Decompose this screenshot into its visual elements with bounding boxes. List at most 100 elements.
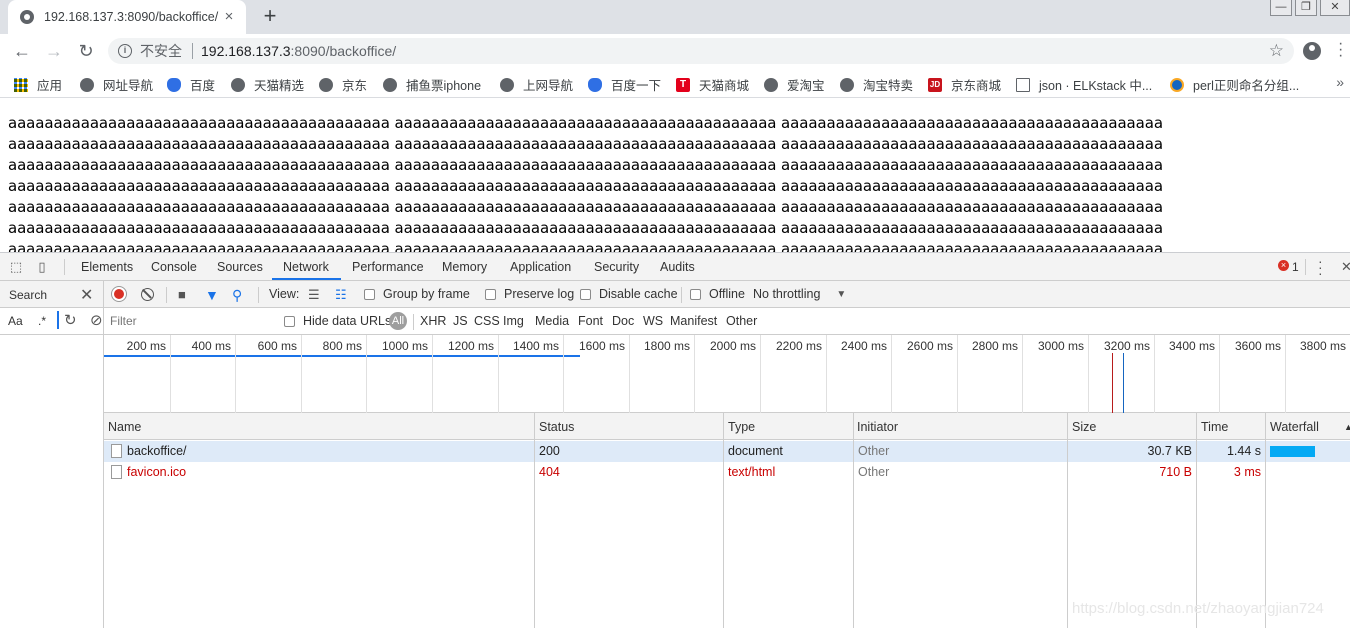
tab-network[interactable]: Network: [283, 260, 329, 274]
globe-icon: [80, 77, 94, 92]
device-toolbar-icon[interactable]: ▯: [34, 259, 50, 275]
browser-toolbar: ← → ↻ i 不安全 192.168.137.3 :8090/backoffi…: [0, 34, 1350, 68]
group-by-frame-checkbox[interactable]: Group by frame: [364, 287, 470, 301]
minimize-button[interactable]: —: [1270, 0, 1292, 16]
tab-close-button[interactable]: ×: [220, 8, 238, 26]
match-case-toggle[interactable]: Aa: [8, 314, 23, 328]
preserve-log-checkbox[interactable]: Preserve log: [485, 287, 574, 301]
error-count[interactable]: 1: [1292, 260, 1299, 274]
clear-search-icon[interactable]: ⊘: [90, 311, 103, 329]
bookmark-item[interactable]: JD 京东商城: [928, 75, 1001, 94]
devtools-close-button[interactable]: ✕: [1341, 259, 1350, 275]
filter-ws[interactable]: WS: [643, 314, 663, 328]
camera-icon[interactable]: ■: [178, 287, 186, 302]
bookmark-star-icon[interactable]: ☆: [1269, 41, 1284, 61]
bookmark-item[interactable]: 百度一下: [588, 75, 661, 94]
filter-icon[interactable]: ▼: [205, 287, 219, 303]
dom-content-loaded-marker: [1123, 353, 1124, 413]
filter-img[interactable]: Img: [503, 314, 524, 328]
bookmark-item[interactable]: T 天猫商城: [676, 75, 749, 94]
filter-manifest[interactable]: Manifest: [670, 314, 717, 328]
record-button[interactable]: [112, 287, 126, 301]
apps-grid-icon: [14, 77, 28, 92]
bookmark-item[interactable]: 捕鱼票iphone: [383, 75, 481, 94]
bookmark-label: 捕鱼票iphone: [406, 79, 482, 93]
table-row[interactable]: favicon.ico 404 text/html Other 710 B 3 …: [104, 462, 1350, 483]
tab-console[interactable]: Console: [151, 260, 197, 274]
request-initiator: Other: [858, 444, 890, 458]
bookmark-item[interactable]: 天猫精选: [231, 75, 304, 94]
devtools-menu-icon[interactable]: · · ·: [1318, 254, 1323, 280]
browser-tab[interactable]: 192.168.137.3:8090/backoffice/ ×: [8, 0, 246, 34]
request-name: favicon.ico: [127, 465, 187, 479]
large-rows-icon[interactable]: ☰: [308, 287, 320, 303]
search-input[interactable]: [57, 311, 59, 329]
table-row[interactable]: backoffice/ 200 document Other 30.7 KB 1…: [104, 441, 1350, 462]
column-size[interactable]: Size: [1072, 420, 1096, 434]
tab-application[interactable]: Application: [510, 260, 571, 274]
hide-data-urls-checkbox[interactable]: Hide data URLs: [284, 314, 391, 328]
overview-icon[interactable]: ☷: [335, 287, 347, 303]
bookmark-item[interactable]: perl正则命名分组...: [1170, 75, 1299, 94]
filter-css[interactable]: CSS: [474, 314, 500, 328]
column-initiator[interactable]: Initiator: [857, 420, 898, 434]
tab-elements[interactable]: Elements: [81, 260, 133, 274]
filter-media[interactable]: Media: [535, 314, 569, 328]
menu-dots-icon[interactable]: · · ·: [1338, 36, 1344, 64]
bookmark-item[interactable]: json · ELKstack 中...: [1016, 75, 1152, 94]
column-waterfall[interactable]: Waterfall: [1270, 420, 1319, 434]
refresh-icon[interactable]: ↻: [64, 311, 77, 329]
restore-button[interactable]: ❐: [1295, 0, 1317, 16]
tab-memory[interactable]: Memory: [442, 260, 487, 274]
timeline-tick-label: 1000 ms: [381, 339, 428, 353]
bookmark-item[interactable]: 上网导航: [500, 75, 573, 94]
tab-security[interactable]: Security: [594, 260, 639, 274]
url-host: 192.168.137.3: [201, 43, 291, 59]
back-arrow-icon[interactable]: ←: [10, 39, 34, 63]
filter-other[interactable]: Other: [726, 314, 757, 328]
address-bar[interactable]: i 不安全 192.168.137.3 :8090/backoffice/ ☆: [108, 38, 1294, 64]
disable-cache-checkbox[interactable]: Disable cache: [580, 287, 678, 301]
error-icon[interactable]: ×: [1278, 260, 1289, 271]
search-pane-close-button[interactable]: ✕: [80, 285, 93, 305]
column-status[interactable]: Status: [539, 420, 574, 434]
regex-toggle[interactable]: .*: [38, 314, 46, 328]
divider: [413, 314, 414, 330]
file-icon: [111, 444, 122, 458]
new-tab-button[interactable]: +: [258, 5, 282, 29]
bookmark-item[interactable]: 淘宝特卖: [840, 75, 913, 94]
info-icon[interactable]: i: [118, 44, 132, 58]
clear-icon[interactable]: [141, 288, 154, 301]
text-line: aaaaaaaaaaaaaaaaaaaaaaaaaaaaaaaaaaaaaaaa…: [8, 219, 1163, 237]
bookmark-item[interactable]: 网址导航: [80, 75, 153, 94]
window-close-button[interactable]: ✕: [1320, 0, 1350, 16]
reload-icon[interactable]: ↻: [74, 39, 98, 63]
filter-doc[interactable]: Doc: [612, 314, 634, 328]
profile-avatar-icon[interactable]: [1303, 42, 1321, 60]
tab-audits[interactable]: Audits: [660, 260, 695, 274]
bookmark-item[interactable]: 爱淘宝: [764, 75, 825, 94]
tab-performance[interactable]: Performance: [352, 260, 424, 274]
network-overview[interactable]: 200 ms 400 ms 600 ms 800 ms 1000 ms 1200 ms 14…: [104, 335, 1350, 413]
filter-all-pill[interactable]: All: [389, 312, 407, 330]
timeline-gridline: [694, 335, 695, 413]
throttling-select[interactable]: No throttling ▼: [753, 287, 846, 301]
column-time[interactable]: Time: [1201, 420, 1228, 434]
filter-font[interactable]: Font: [578, 314, 603, 328]
column-name[interactable]: Name: [108, 420, 141, 434]
filter-js[interactable]: JS: [453, 314, 468, 328]
search-icon[interactable]: ⚲: [232, 287, 242, 304]
bookmarks-overflow-icon[interactable]: »: [1336, 74, 1344, 90]
filter-xhr[interactable]: XHR: [420, 314, 446, 328]
bookmark-item[interactable]: 应用: [14, 75, 62, 94]
forward-arrow-icon[interactable]: →: [42, 39, 66, 63]
bookmark-label: 天猫商城: [699, 79, 750, 93]
bookmark-item[interactable]: 京东: [319, 75, 367, 94]
bookmark-item[interactable]: 百度: [167, 75, 215, 94]
checkbox-label: Offline: [709, 287, 745, 301]
tab-sources[interactable]: Sources: [217, 260, 263, 274]
column-type[interactable]: Type: [728, 420, 755, 434]
inspect-element-icon[interactable]: ⬚: [8, 259, 24, 275]
offline-checkbox[interactable]: Offline: [690, 287, 745, 301]
filter-input[interactable]: [107, 312, 271, 330]
